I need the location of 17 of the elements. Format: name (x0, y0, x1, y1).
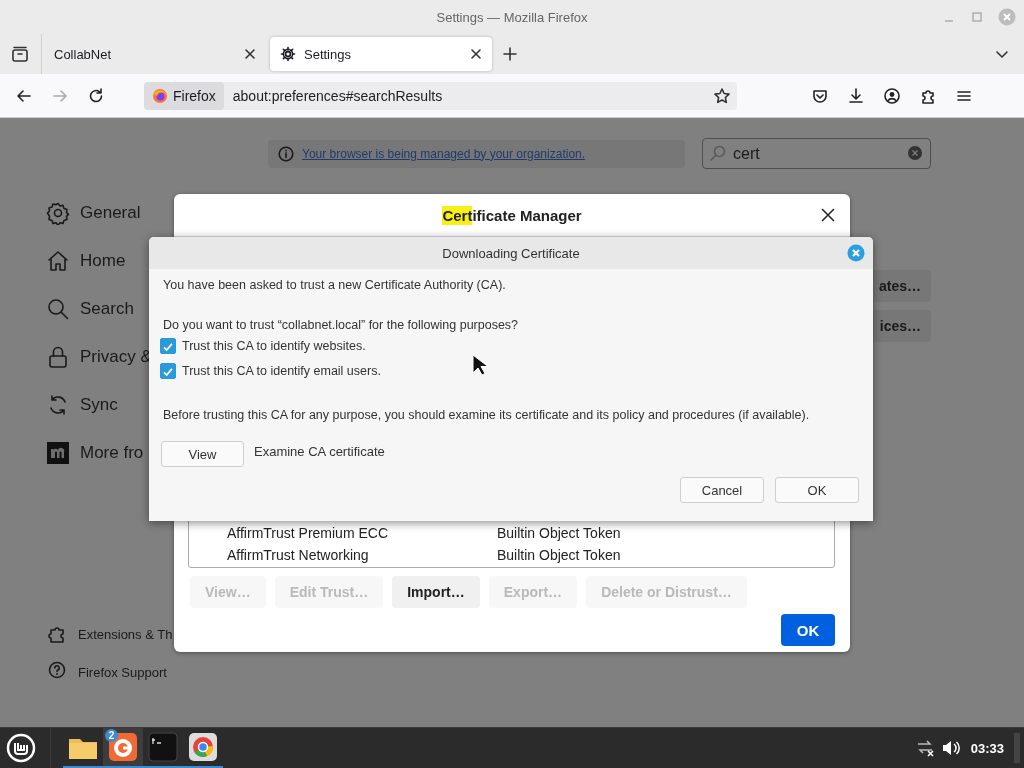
table-cell: Builtin Object Token (497, 525, 621, 541)
notification-badge: 2 (105, 729, 118, 742)
dialog-text: You have been asked to trust a new Certificate Authority (CA). (163, 277, 507, 293)
window-title: Settings — Mozilla Firefox (436, 9, 588, 25)
table-cell-text: AffirmTrust Networking (226, 547, 370, 563)
dialog-title: Downloading Certificate (442, 245, 580, 261)
table-cell: Builtin Object Token (497, 547, 621, 563)
url-text: about:preferences#searchResults (232, 87, 443, 104)
tab-label: Settings (304, 46, 352, 62)
table-cell-text: AffirmTrust Premium ECC (226, 525, 389, 541)
tab-label: CollabNet (54, 46, 113, 62)
dialog-text: Do you want to trust “collabnet.local” for the following purposes? (163, 317, 520, 333)
checkbox-label: Trust this CA to identify email users. (182, 364, 381, 378)
checkbox-label: Trust this CA to identify websites. (182, 339, 366, 353)
clock-text: 03:33 (970, 740, 1004, 756)
dialog-text: Before trusting this CA for any purpose, you should examine its certificate and its policy and procedures (if available). (163, 407, 811, 423)
button-caption: Examine CA certificate (254, 444, 385, 459)
